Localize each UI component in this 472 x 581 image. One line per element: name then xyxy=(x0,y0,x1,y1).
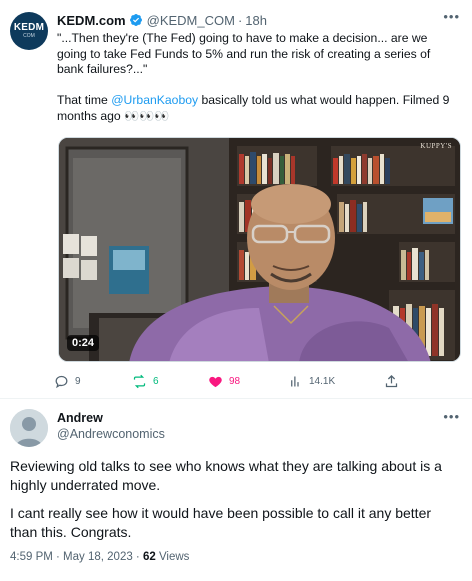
author-display-name[interactable]: KEDM.com xyxy=(57,13,126,28)
tweet-header: KEDM.com @KEDM_COM · 18h xyxy=(57,11,267,29)
tweet-text-quote: "...Then they're (The Fed) going to have… xyxy=(57,31,431,77)
quoted-tweet: KEDM COM KEDM.com @KEDM_COM · 18h ••• ".… xyxy=(0,0,472,398)
video-duration-badge: 0:24 xyxy=(67,335,100,351)
andrew-avatar[interactable] xyxy=(10,409,48,447)
tweet-text-paragraph-1: Reviewing old talks to see who knows wha… xyxy=(10,458,442,493)
avatar-logo-subtext: COM xyxy=(23,33,35,39)
video-player[interactable]: KUPPY'S 0:24 xyxy=(58,137,461,362)
view-count: 14.1K xyxy=(309,375,336,387)
mention-link[interactable]: @UrbanKaoboy xyxy=(111,93,198,107)
tweet-time[interactable]: 18h xyxy=(245,13,267,28)
avatar-logo-text: KEDM xyxy=(13,22,45,33)
author-handle[interactable]: @Andrewconomics xyxy=(57,427,165,441)
reply-icon xyxy=(55,375,68,388)
share-button[interactable] xyxy=(384,371,405,391)
views-chart-icon xyxy=(291,376,299,386)
more-options-button[interactable]: ••• xyxy=(443,9,460,24)
retweet-count: 6 xyxy=(153,375,159,387)
heart-icon xyxy=(209,376,222,387)
tweet-text-paragraph-2: I cant really see how it would have been… xyxy=(10,505,432,540)
separator-dot: · xyxy=(237,12,243,28)
default-profile-icon xyxy=(10,409,48,447)
more-options-button[interactable]: ••• xyxy=(443,409,460,424)
views-button[interactable]: 14.1K xyxy=(288,371,335,391)
like-button[interactable]: 98 xyxy=(208,371,240,391)
video-frame xyxy=(59,138,460,361)
verified-badge-icon xyxy=(129,14,142,26)
tweet-text-before-mention: That time xyxy=(57,93,112,108)
reply-count: 9 xyxy=(75,375,81,387)
tweet-text: Reviewing old talks to see who knows wha… xyxy=(10,457,460,551)
tweet-action-bar: 9 6 98 14.1K xyxy=(54,371,404,391)
tweet-text-comment: That time @UrbanKaoboy basically told us… xyxy=(57,93,457,124)
author-handle[interactable]: @KEDM_COM xyxy=(147,13,235,28)
reply-button[interactable]: 9 xyxy=(54,371,81,391)
retweet-icon xyxy=(133,374,146,388)
tweet-timestamp[interactable]: 4:59 PM · May 18, 2023 · xyxy=(10,551,143,563)
kedm-avatar[interactable]: KEDM COM xyxy=(10,12,48,50)
tweet-meta: 4:59 PM · May 18, 2023 · 62 Views xyxy=(10,551,189,563)
tweet-text: "...Then they're (The Fed) going to have… xyxy=(57,31,457,140)
main-tweet: Andrew @Andrewconomics ••• Reviewing old… xyxy=(0,399,472,581)
views-count: 62 xyxy=(142,551,156,563)
like-count: 98 xyxy=(229,375,241,387)
video-watermark: KUPPY'S xyxy=(420,142,452,150)
author-display-name[interactable]: Andrew xyxy=(57,411,103,425)
share-icon xyxy=(385,374,398,387)
views-label: Views xyxy=(155,551,190,563)
retweet-button[interactable]: 6 xyxy=(132,371,159,391)
